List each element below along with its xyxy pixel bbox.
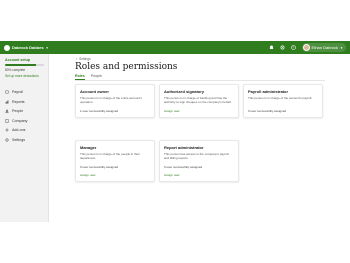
role-title: Authorized signatory (164, 89, 205, 94)
payroll-icon (5, 90, 9, 94)
reports-icon (5, 100, 9, 104)
role-assigned-count: 0 user successfully assigned (80, 165, 119, 169)
sidebar-item-label: Add-ons (12, 128, 26, 133)
main-content: ‹ Settings Roles and permissions Roles P… (49, 54, 350, 222)
role-title: Payroll administrator (248, 89, 289, 94)
role-card-payroll-administrator[interactable]: Payroll administrator This person is in … (243, 84, 323, 118)
chevron-down-icon: ▼ (45, 45, 49, 50)
breadcrumb[interactable]: ‹ Settings (76, 57, 91, 61)
sidebar-nav: Payroll Reports People Company Add-ons S… (0, 88, 48, 145)
setup-progress-fill (5, 64, 37, 66)
setup-progress-label: 80% complete (5, 67, 26, 72)
sidebar-item-settings[interactable]: Settings (0, 135, 48, 145)
role-card-authorized-signatory[interactable]: Authorized signatory This person is in c… (159, 84, 239, 118)
setup-progress-bar (5, 64, 44, 66)
role-card-report-administrator[interactable]: Report administrator This person has acc… (159, 140, 239, 182)
chevron-down-icon: ▼ (340, 45, 343, 50)
role-card-account-owner[interactable]: Account owner This person is in charge o… (75, 84, 155, 118)
sidebar-item-people[interactable]: People (0, 107, 48, 117)
svg-text:?: ? (293, 46, 295, 50)
sidebar-item-label: Reports (12, 99, 25, 104)
user-menu[interactable]: Ethan Dabrock ▼ (301, 43, 346, 52)
account-setup-title[interactable]: Account setup (5, 58, 44, 62)
setup-next-link[interactable]: Set up more deductions (5, 74, 44, 78)
company-icon (5, 118, 9, 123)
top-bar: Dabrock Dabbes ▼ ? Ethan Dabrock ▼ (0, 41, 350, 54)
people-icon (5, 109, 9, 113)
role-title: Manager (80, 145, 97, 150)
breadcrumb-label: Settings (79, 57, 91, 61)
sidebar-item-reports[interactable]: Reports (0, 97, 48, 107)
role-description: This person is in charge of the account'… (248, 97, 313, 100)
page-title: Roles and permissions (75, 62, 178, 72)
sidebar-item-label: People (12, 109, 24, 114)
assign-user-link[interactable]: Assign user (164, 173, 234, 177)
company-logo-icon (4, 44, 10, 51)
role-assigned-count: 0 user successfully assigned (248, 109, 287, 113)
tabs-divider (75, 79, 325, 81)
company-switcher[interactable]: Dabrock Dabbes ▼ (4, 44, 49, 51)
role-description: This person is in charge of the entire a… (80, 97, 142, 104)
role-card-manager[interactable]: Manager This person is in charge of the … (75, 140, 155, 182)
role-assigned-count: 0 user successfully assigned (164, 165, 203, 169)
role-title: Account owner (80, 89, 109, 94)
assign-user-link[interactable]: Assign user (164, 109, 234, 113)
assign-user-link[interactable]: Assign user (80, 173, 150, 177)
sidebar-item-label: Payroll (12, 90, 23, 95)
sidebar-item-add-ons[interactable]: Add-ons (0, 126, 48, 136)
sidebar-item-label: Company (12, 118, 28, 123)
role-description: This person is in charge of banking and … (164, 97, 232, 104)
add-ons-icon (5, 128, 9, 132)
role-assigned-count: 1 user successfully assigned (80, 109, 119, 113)
sidebar-item-label: Settings (12, 137, 25, 142)
gear-icon[interactable] (280, 45, 286, 51)
role-title: Report administrator (164, 145, 204, 150)
company-name: Dabrock Dabbes (12, 45, 44, 50)
account-setup-panel: Account setup 80% complete Set up more d… (0, 54, 48, 81)
sidebar-item-company[interactable]: Company (0, 116, 48, 126)
chevron-left-icon: ‹ (76, 57, 78, 61)
user-name: Ethan Dabrock (311, 45, 339, 50)
help-icon[interactable]: ? (291, 45, 297, 51)
sidebar: Account setup 80% complete Set up more d… (0, 54, 49, 222)
avatar (302, 44, 310, 51)
settings-icon (5, 138, 9, 142)
sidebar-item-payroll[interactable]: Payroll (0, 88, 48, 98)
bell-icon[interactable] (269, 45, 275, 51)
role-description: This person is in charge of the people i… (80, 153, 140, 160)
role-description: This person has access to the company's … (164, 153, 229, 160)
